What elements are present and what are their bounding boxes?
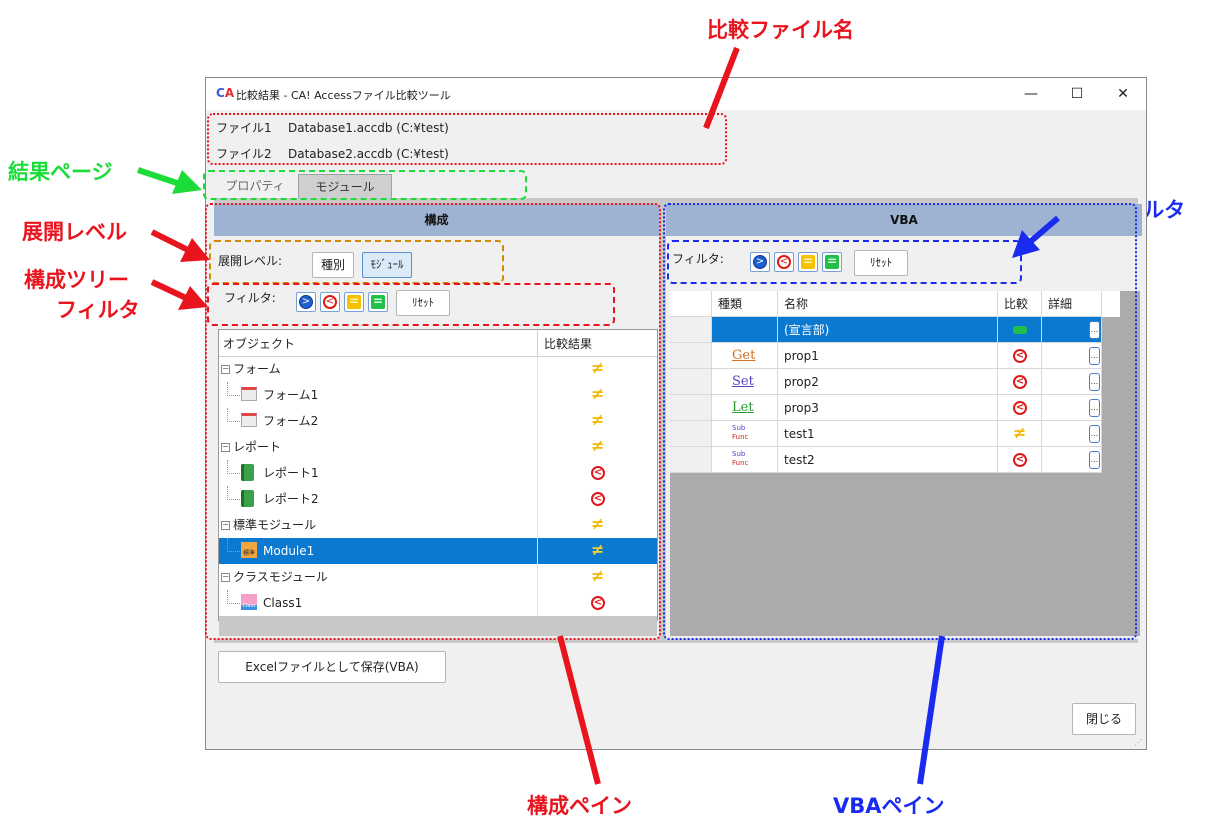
file-name-arrow: [703, 46, 740, 130]
result-page-arrow: [137, 167, 202, 194]
annotation-arrows: [137, 46, 1060, 785]
vba-filter-arrow: [1012, 215, 1060, 258]
vba-pane-arrow: [917, 635, 945, 785]
expand-level-arrow: [150, 229, 210, 262]
tree-filter-arrow: [150, 279, 208, 310]
structure-pane-arrow: [557, 635, 601, 785]
